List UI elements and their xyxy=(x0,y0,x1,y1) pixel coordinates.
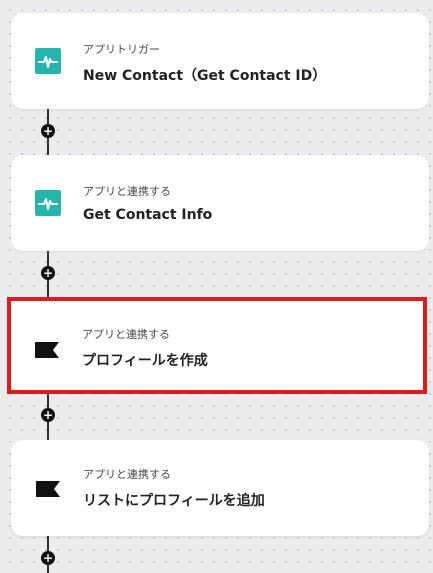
flow-step-card[interactable]: アプリトリガー New Contact（Get Contact ID） xyxy=(11,13,429,109)
step-title: New Contact（Get Contact ID） xyxy=(83,68,327,84)
add-step-button[interactable]: + xyxy=(41,551,55,565)
step-title: Get Contact Info xyxy=(83,207,213,223)
pulse-app-icon xyxy=(35,48,61,74)
flag-app-icon xyxy=(36,481,60,497)
step-title: プロフィールを作成 xyxy=(82,353,208,369)
add-step-button[interactable]: + xyxy=(41,408,55,422)
flag-app-icon xyxy=(35,342,59,358)
flow-step-card-selected[interactable]: アプリと連携する プロフィールを作成 xyxy=(7,297,427,394)
add-step-button[interactable]: + xyxy=(41,124,55,138)
pulse-app-icon xyxy=(35,190,61,216)
step-category-label: アプリと連携する xyxy=(83,185,171,198)
flow-step-card[interactable]: アプリと連携する リストにプロフィールを追加 xyxy=(11,440,429,536)
step-category-label: アプリトリガー xyxy=(83,43,160,56)
step-category-label: アプリと連携する xyxy=(83,468,171,481)
add-step-button[interactable]: + xyxy=(41,266,55,280)
step-category-label: アプリと連携する xyxy=(82,328,170,341)
step-title: リストにプロフィールを追加 xyxy=(83,493,265,509)
flow-step-card[interactable]: アプリと連携する Get Contact Info xyxy=(11,155,429,251)
